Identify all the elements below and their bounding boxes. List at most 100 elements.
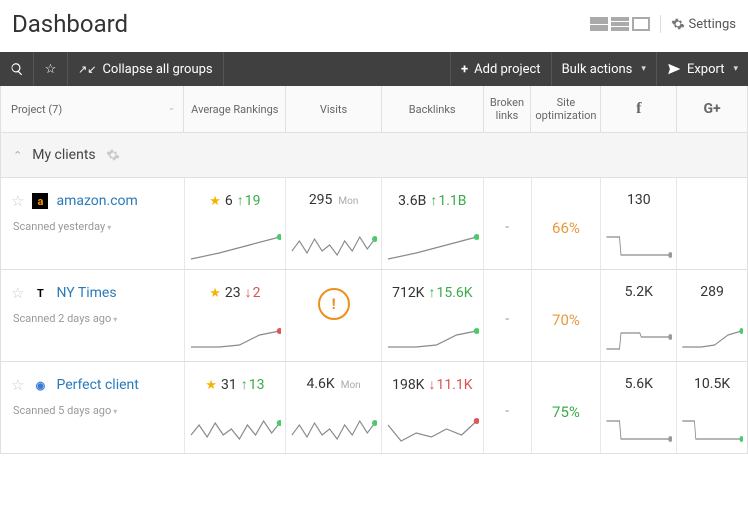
page-title: Dashboard [12,10,128,38]
sparkline [290,415,377,447]
view-mode-wide-icon[interactable] [590,17,608,31]
bulk-actions-label: Bulk actions [562,62,633,77]
cell-visits: 295Mon [286,178,382,269]
col-site-optimization[interactable]: Site optimization [531,86,601,132]
sparkline [605,323,672,355]
sparkline [681,323,743,355]
backlinks-value: 3.6B 1.1B [398,192,466,209]
sparkline [189,415,282,447]
settings-label: Settings [689,17,736,32]
sparkline [189,323,282,355]
backlinks-value: 712K 15.6K [392,284,472,301]
cell-facebook: 5.2K [601,270,677,361]
sparkline [386,415,479,447]
favicon: a [32,193,48,209]
table-row: ☆ a amazon.com Scanned yesterday ★ 6 19 … [0,178,748,270]
gplus-value: 10.5K [694,376,730,392]
search-button[interactable] [0,52,34,86]
warning-icon[interactable]: ! [318,288,350,320]
scanned-label[interactable]: Scanned yesterday [13,220,111,233]
delta: 1.1B [430,192,466,209]
cell-project: ☆ T NY Times Scanned 2 days ago [1,270,185,361]
cell-backlinks: 198K 11.1K [382,362,484,453]
cell-rankings: ★ 6 19 [185,178,287,269]
cell-broken-links: - [484,362,532,453]
collapse-label: Collapse all groups [102,62,212,77]
cell-broken-links: - [484,178,532,269]
settings-button[interactable]: Settings [671,17,736,32]
project-link[interactable]: amazon.com [56,193,137,209]
fb-value: 5.6K [625,376,653,392]
project-link[interactable]: Perfect client [56,377,138,393]
sparkline [290,231,377,263]
visits-value: 295Mon [309,192,359,208]
cell-site-optimization: 66% [532,178,602,269]
sparkline [386,231,479,263]
star-icon[interactable]: ☆ [11,284,24,302]
cell-googleplus: 289 [677,270,747,361]
col-backlinks[interactable]: Backlinks [382,86,484,132]
cell-backlinks: 712K 15.6K [382,270,484,361]
sparkline [189,231,282,263]
sparkline [681,415,743,447]
delta: 15.6K [428,284,472,301]
col-googleplus[interactable]: G+ [677,86,747,132]
plus-icon: + [461,62,468,77]
toolbar: ☆ ↗↙ Collapse all groups + Add project B… [0,52,748,86]
rank-value: ★ 23 2 [209,284,260,301]
cell-rankings: ★ 23 2 [185,270,287,361]
col-rankings[interactable]: Average Rankings [184,86,286,132]
favorite-filter-button[interactable]: ☆ [34,52,68,86]
add-project-button[interactable]: + Add project [450,52,551,86]
backlinks-value: 198K 11.1K [392,376,472,393]
cell-googleplus [677,178,747,269]
scanned-label[interactable]: Scanned 5 days ago [13,404,117,417]
star-icon: ★ [209,286,221,301]
col-facebook[interactable]: f [601,86,677,132]
col-project[interactable]: Project (7) - [1,86,184,132]
project-link[interactable]: NY Times [56,285,116,301]
star-icon: ☆ [45,62,57,77]
sort-icon: - [170,101,174,117]
cell-facebook: 5.6K [601,362,677,453]
fb-value: 5.2K [625,284,653,300]
cell-project: ☆ a amazon.com Scanned yesterday [1,178,185,269]
group-header[interactable]: ⌃ My clients [0,133,748,178]
view-mode-card-icon[interactable] [632,17,650,31]
sparkline [605,231,672,263]
favicon: ◉ [32,377,48,393]
cell-facebook: 130 [601,178,677,269]
table-header: Project (7) - Average Rankings Visits Ba… [0,86,748,133]
group-name: My clients [32,147,95,163]
rank-value: ★ 31 13 [205,376,264,393]
star-icon[interactable]: ☆ [11,192,24,210]
cell-visits: 4.6KMon [286,362,382,453]
col-broken-links[interactable]: Broken links [484,86,532,132]
bulk-actions-button[interactable]: Bulk actions ▾ [551,52,656,86]
delta: 11.1K [428,376,472,393]
collapse-all-button[interactable]: ↗↙ Collapse all groups [68,52,224,86]
export-button[interactable]: Export ▾ [656,52,748,86]
view-mode-list-icon[interactable] [611,17,629,31]
cell-project: ☆ ◉ Perfect client Scanned 5 days ago [1,362,185,453]
collapse-icon: ↗↙ [78,63,96,76]
favicon: T [32,285,48,301]
star-icon: ★ [205,378,217,393]
sparkline [386,323,479,355]
cell-site-optimization: 75% [532,362,602,453]
search-icon [10,62,24,76]
chevron-down-icon: ▾ [733,64,738,74]
cell-backlinks: 3.6B 1.1B [382,178,484,269]
col-visits[interactable]: Visits [286,86,382,132]
chevron-up-icon: ⌃ [13,149,22,162]
gear-icon[interactable] [106,148,120,162]
table-row: ☆ ◉ Perfect client Scanned 5 days ago ★ … [0,362,748,454]
view-mode-group [590,17,650,31]
header-right: Settings [590,15,736,33]
visits-value: 4.6KMon [307,376,361,392]
delta: 2 [245,284,261,301]
scanned-label[interactable]: Scanned 2 days ago [13,312,117,325]
rank-value: ★ 6 19 [209,192,260,209]
star-icon: ★ [209,194,221,209]
star-icon[interactable]: ☆ [11,376,24,394]
